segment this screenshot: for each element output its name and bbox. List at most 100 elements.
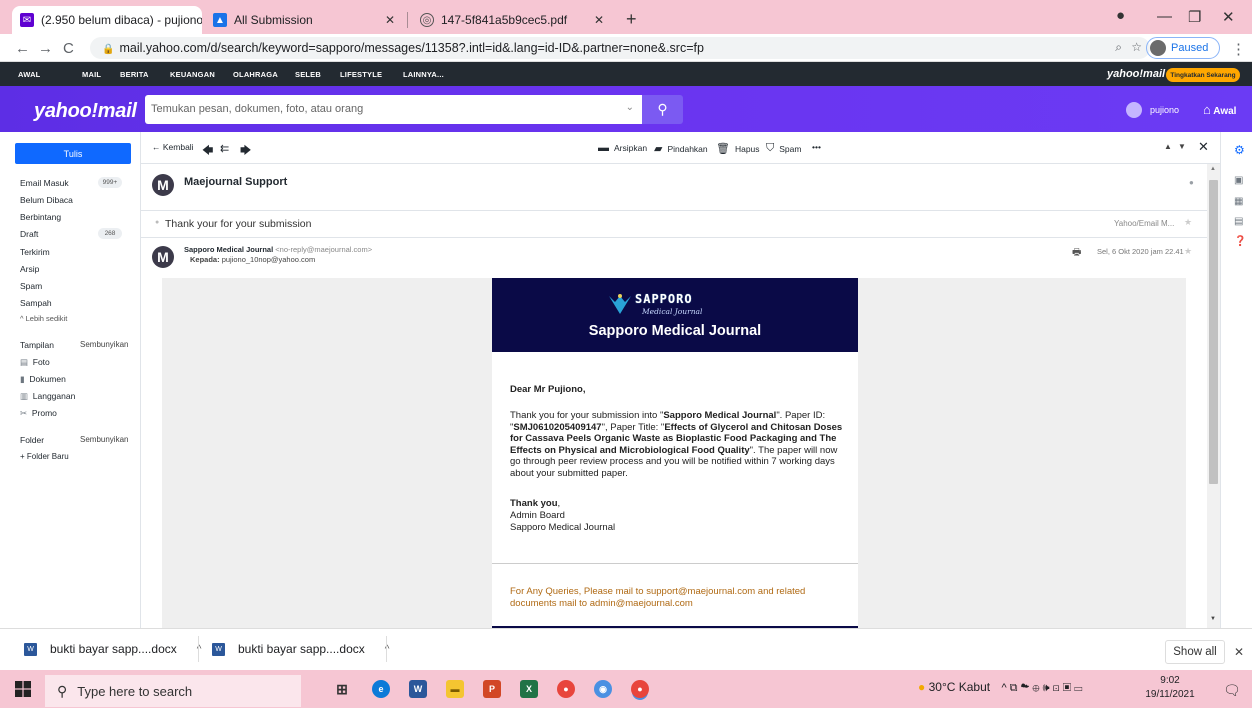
sidebar-item-trash[interactable]: Sampah (20, 298, 52, 308)
new-folder-link[interactable]: + Folder Baru (20, 452, 69, 461)
sender-name[interactable]: Maejournal Support (184, 176, 287, 188)
star-icon[interactable]: ★ (1184, 246, 1192, 257)
compose-button[interactable]: Tulis (15, 143, 131, 164)
minimize-icon[interactable]: — (1157, 8, 1172, 25)
forward-icon[interactable]: 🡆 (240, 142, 251, 161)
notepad-icon[interactable]: ▤ (1234, 216, 1243, 227)
sender-avatar[interactable]: M (152, 174, 174, 196)
tab-yahoo-mail[interactable]: ✉ (2.950 belum dibaca) - pujiono_1 ✕ (12, 6, 202, 34)
chrome-profile-icon[interactable]: ● (631, 680, 649, 698)
from-name[interactable]: Sapporo Medical Journal (184, 245, 273, 254)
browser-icon[interactable]: ◉ (594, 680, 612, 698)
nav-mail[interactable]: MAIL (82, 70, 101, 79)
excel-icon[interactable]: X (520, 680, 538, 698)
powerpoint-icon[interactable]: P (483, 680, 501, 698)
show-all-button[interactable]: Show all (1165, 640, 1225, 664)
nav-news[interactable]: BERITA (120, 70, 149, 79)
delete-button[interactable]: 🗑 Hapus (716, 142, 760, 155)
user-menu[interactable]: pujiono (1126, 102, 1179, 118)
info-icon[interactable]: ● (1189, 178, 1194, 187)
notifications-icon[interactable]: 🗨 (1223, 682, 1241, 699)
zoom-icon[interactable]: ⌕ (1115, 40, 1122, 55)
profile-button[interactable]: Paused (1146, 37, 1220, 59)
nav-lifestyle[interactable]: LIFESTYLE (340, 70, 382, 79)
scroll-up-icon[interactable]: ▲ (1210, 166, 1216, 172)
help-icon[interactable]: ❓ (1234, 236, 1246, 247)
taskbar-search-input[interactable]: ⚲ Type here to search (45, 675, 301, 707)
reply-all-icon[interactable]: ⇇ (220, 142, 229, 155)
menu-dots-icon[interactable]: ⋮ (1231, 40, 1246, 58)
sidebar-item-starred[interactable]: Berbintang (20, 212, 61, 222)
home-button[interactable]: ⌂ Awal (1203, 102, 1236, 117)
task-view-icon[interactable]: ⊞ (333, 680, 351, 698)
search-input[interactable]: Temukan pesan, dokumen, foto, atau orang… (145, 95, 642, 124)
star-icon[interactable]: ★ (1184, 217, 1192, 228)
upgrade-button[interactable]: Tingkatkan Sekarang (1166, 68, 1240, 82)
previous-message-icon[interactable]: ▲ (1164, 142, 1172, 151)
url-bar[interactable]: 🔒 mail.yahoo.com/d/search/keyword=sapporo… (90, 37, 1150, 59)
sidebar-item-documents[interactable]: ▮ Dokumen (20, 374, 66, 385)
settings-gear-icon[interactable]: ⚙ (1234, 143, 1245, 157)
spam-button[interactable]: ⛉ Spam (766, 142, 801, 155)
show-less-link[interactable]: ^ Lebih sedikit (20, 314, 67, 323)
sidebar-item-subscriptions[interactable]: ▥ Langganan (20, 391, 75, 402)
sidebar-item-sent[interactable]: Terkirim (20, 247, 50, 257)
nav-sports[interactable]: OLAHRAGA (233, 70, 278, 79)
next-message-icon[interactable]: ▼ (1178, 142, 1186, 151)
sidebar-item-inbox[interactable]: Email Masuk (20, 178, 69, 188)
archive-button[interactable]: ▬ Arsipkan (598, 142, 647, 154)
back-button[interactable]: ← Kembali (152, 142, 194, 152)
yahoo-mail-logo[interactable]: yahoo!mail (34, 100, 137, 123)
profile-dot-icon[interactable]: ● (1116, 7, 1125, 24)
tray-icons[interactable]: ^ ⧉ ☁ ⊕ 🕪 ⊡ ▣ ▭ (1001, 682, 1082, 694)
nav-finance[interactable]: KEUANGAN (170, 70, 215, 79)
close-message-icon[interactable]: ✕ (1198, 139, 1209, 155)
to-address[interactable]: pujiono_10nop@yahoo.com (222, 255, 316, 264)
download-item[interactable]: Wbukti bayar sapp....docx ^ (24, 638, 201, 660)
reload-icon[interactable]: C (63, 40, 74, 57)
print-icon[interactable]: 🖶 (1072, 245, 1081, 262)
nav-more[interactable]: LAINNYA... (403, 70, 444, 79)
maximize-icon[interactable]: ❐ (1188, 8, 1201, 26)
new-tab-icon[interactable]: + (626, 9, 637, 30)
nav-home[interactable]: AWAL (18, 70, 40, 79)
back-arrow-icon[interactable]: ← (15, 40, 30, 57)
chevron-down-icon[interactable]: ⌄ (626, 102, 634, 113)
views-hide-link[interactable]: Sembunyikan (80, 340, 128, 349)
sidebar-item-archive[interactable]: Arsip (20, 264, 39, 274)
sidebar-item-spam[interactable]: Spam (20, 281, 42, 291)
nav-celeb[interactable]: SELEB (295, 70, 321, 79)
forward-arrow-icon[interactable]: → (38, 40, 53, 57)
download-item[interactable]: Wbukti bayar sapp....docx ^ (212, 638, 389, 660)
reply-icon[interactable]: 🡄 (202, 142, 213, 161)
chrome-icon[interactable]: ● (557, 680, 575, 698)
search-button[interactable]: ⚲ (642, 95, 683, 124)
close-tab-icon[interactable]: ✕ (588, 13, 604, 27)
file-explorer-icon[interactable]: ▬ (446, 680, 464, 698)
from-avatar[interactable]: M (152, 246, 174, 268)
yahoo-mail-small-logo[interactable]: yahoo!mail (1107, 68, 1165, 80)
word-icon[interactable]: W (409, 680, 427, 698)
star-icon[interactable]: ☆ (1131, 40, 1142, 54)
clock[interactable]: 9:02 19/11/2021 (1141, 674, 1199, 702)
windows-start-icon[interactable] (15, 681, 31, 702)
tab-pdf[interactable]: ◎ 147-5f841a5b9cec5.pdf ✕ (412, 6, 612, 34)
close-shelf-icon[interactable]: ✕ (1234, 645, 1244, 659)
close-tab-icon[interactable]: ✕ (379, 13, 395, 27)
from-email[interactable]: <no-reply@maejournal.com> (275, 245, 372, 254)
window-close-icon[interactable]: ✕ (1222, 8, 1235, 26)
weather-text[interactable]: 30°C Kabut (929, 680, 991, 694)
folder-hide-link[interactable]: Sembunyikan (80, 435, 128, 444)
edge-icon[interactable]: e (372, 680, 390, 698)
sidebar-item-draft[interactable]: Draft (20, 229, 38, 239)
scrollbar-thumb[interactable] (1209, 180, 1218, 484)
contacts-icon[interactable]: ▣ (1234, 175, 1243, 186)
sidebar-item-unread[interactable]: Belum Dibaca (20, 195, 73, 205)
calendar-icon[interactable]: ▦ (1234, 196, 1243, 207)
move-button[interactable]: ▰ Pindahkan (654, 142, 708, 155)
tab-all-submission[interactable]: ▲ All Submission ✕ (205, 6, 403, 34)
sidebar-item-promo[interactable]: ✂ Promo (20, 408, 57, 419)
scroll-down-icon[interactable]: ▼ (1210, 616, 1216, 622)
sidebar-item-photos[interactable]: ▤ Foto (20, 357, 50, 368)
more-actions-button[interactable]: ••• (812, 142, 821, 152)
